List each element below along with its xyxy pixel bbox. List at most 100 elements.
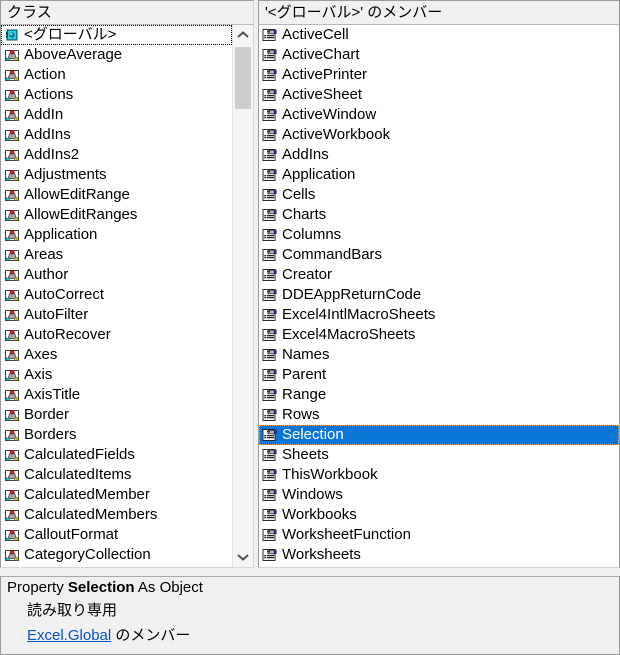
list-item[interactable]: Borders bbox=[1, 425, 232, 445]
class-icon bbox=[5, 509, 19, 521]
list-item[interactable]: AxisTitle bbox=[1, 385, 232, 405]
list-item[interactable]: Excel4IntlMacroSheets bbox=[259, 305, 619, 325]
scrollbar-thumb[interactable] bbox=[235, 47, 251, 109]
property-icon bbox=[262, 109, 277, 121]
list-item[interactable]: CalculatedFields bbox=[1, 445, 232, 465]
list-item-label: ThisWorkbook bbox=[282, 466, 378, 483]
list-item[interactable]: CalculatedItems bbox=[1, 465, 232, 485]
list-item-label: Action bbox=[24, 66, 66, 83]
list-item-label: ActiveWorkbook bbox=[282, 126, 391, 143]
member-of-suffix: のメンバー bbox=[115, 627, 191, 644]
property-icon bbox=[262, 409, 277, 421]
list-item[interactable]: CalculatedMember bbox=[1, 485, 232, 505]
detail-pane: Property Selection As Object 読み取り専用 Exce… bbox=[0, 576, 620, 655]
parent-class-link[interactable]: Excel.Global bbox=[27, 627, 111, 644]
list-item[interactable]: AboveAverage bbox=[1, 45, 232, 65]
list-item[interactable]: ActiveWindow bbox=[259, 105, 619, 125]
list-item[interactable]: CategoryCollection bbox=[1, 545, 232, 565]
signature-name: Selection bbox=[67, 579, 135, 596]
members-pane: '<グローバル>' のメンバー ActiveCell ActiveChart Act… bbox=[258, 0, 620, 572]
list-item[interactable]: AutoFilter bbox=[1, 305, 232, 325]
list-item[interactable]: <グローバル> bbox=[1, 25, 232, 45]
chevron-up-icon[interactable] bbox=[233, 25, 253, 45]
list-item[interactable]: Excel4MacroSheets bbox=[259, 325, 619, 345]
list-item[interactable]: Areas bbox=[1, 245, 232, 265]
class-icon bbox=[5, 89, 19, 101]
list-item-label: Border bbox=[24, 406, 70, 423]
list-item-label: Workbooks bbox=[282, 506, 357, 523]
list-item[interactable]: Application bbox=[259, 165, 619, 185]
classes-list[interactable]: <グローバル> AboveAverage Action Actions AddIn Add… bbox=[1, 25, 232, 567]
list-item[interactable]: Charts bbox=[259, 205, 619, 225]
class-icon bbox=[5, 229, 19, 241]
list-item[interactable]: Author bbox=[1, 265, 232, 285]
list-item[interactable]: AddIns bbox=[259, 145, 619, 165]
list-item[interactable]: ActiveCell bbox=[259, 25, 619, 45]
list-item[interactable]: AutoCorrect bbox=[1, 285, 232, 305]
list-item[interactable]: Actions bbox=[1, 85, 232, 105]
list-item[interactable]: Worksheets bbox=[259, 545, 619, 565]
list-item[interactable]: Workbooks bbox=[259, 505, 619, 525]
property-icon bbox=[262, 329, 277, 341]
list-item[interactable]: Creator bbox=[259, 265, 619, 285]
list-item[interactable]: AddIn bbox=[1, 105, 232, 125]
list-item-label: CalloutFormat bbox=[24, 526, 119, 543]
list-item[interactable]: Rows bbox=[259, 405, 619, 425]
class-icon bbox=[5, 429, 19, 441]
list-item[interactable]: Sheets bbox=[259, 445, 619, 465]
list-item-label: Areas bbox=[24, 246, 64, 263]
property-icon bbox=[262, 289, 277, 301]
list-item[interactable]: ActiveSheet bbox=[259, 85, 619, 105]
property-icon bbox=[262, 429, 277, 441]
list-item[interactable]: Names bbox=[259, 345, 619, 365]
list-item[interactable]: CalculatedMembers bbox=[1, 505, 232, 525]
list-item-label: Worksheets bbox=[282, 546, 361, 563]
class-icon bbox=[5, 529, 19, 541]
list-item[interactable]: Range bbox=[259, 385, 619, 405]
members-list[interactable]: ActiveCell ActiveChart ActivePrinter Active… bbox=[259, 25, 619, 567]
list-item[interactable]: Application bbox=[1, 225, 232, 245]
list-item[interactable]: Windows bbox=[259, 485, 619, 505]
list-item[interactable]: Adjustments bbox=[1, 165, 232, 185]
list-item[interactable]: CommandBars bbox=[259, 245, 619, 265]
list-item[interactable]: Columns bbox=[259, 225, 619, 245]
list-item[interactable]: ThisWorkbook bbox=[259, 465, 619, 485]
list-item[interactable]: AddIns2 bbox=[1, 145, 232, 165]
class-icon bbox=[5, 49, 19, 61]
property-icon bbox=[262, 169, 277, 181]
list-item-label: AutoCorrect bbox=[24, 286, 105, 303]
list-item[interactable]: ActiveChart bbox=[259, 45, 619, 65]
members-pane-header: '<グローバル>' のメンバー bbox=[258, 0, 620, 24]
list-item[interactable]: AllowEditRanges bbox=[1, 205, 232, 225]
list-item[interactable]: AllowEditRange bbox=[1, 185, 232, 205]
list-item[interactable]: Axes bbox=[1, 345, 232, 365]
list-item[interactable]: ActivePrinter bbox=[259, 65, 619, 85]
signature-suffix: As Object bbox=[137, 579, 203, 596]
list-item-label: AxisTitle bbox=[24, 386, 81, 403]
property-icon bbox=[262, 49, 277, 61]
list-item[interactable]: WorksheetFunction bbox=[259, 525, 619, 545]
list-item[interactable]: CalloutFormat bbox=[1, 525, 232, 545]
class-icon bbox=[5, 369, 19, 381]
list-item[interactable]: AutoRecover bbox=[1, 325, 232, 345]
list-item-label: Excel4IntlMacroSheets bbox=[282, 306, 436, 323]
class-icon bbox=[5, 329, 19, 341]
chevron-down-icon[interactable] bbox=[233, 547, 253, 567]
list-item[interactable]: Cells bbox=[259, 185, 619, 205]
list-item[interactable]: DDEAppReturnCode bbox=[259, 285, 619, 305]
list-item[interactable]: Parent bbox=[259, 365, 619, 385]
list-item[interactable]: AddIns bbox=[1, 125, 232, 145]
list-item-label: AutoFilter bbox=[24, 306, 89, 323]
list-item-label: <グローバル> bbox=[24, 26, 117, 43]
list-item[interactable]: ActiveWorkbook bbox=[259, 125, 619, 145]
list-item[interactable]: Border bbox=[1, 405, 232, 425]
list-item[interactable]: Action bbox=[1, 65, 232, 85]
browser-panes: クラス <グローバル> AboveAverage Action Actions AddI… bbox=[0, 0, 620, 572]
list-item-label: Excel4MacroSheets bbox=[282, 326, 416, 343]
property-icon bbox=[262, 449, 277, 461]
list-item[interactable]: Axis bbox=[1, 365, 232, 385]
classes-scrollbar[interactable] bbox=[232, 25, 253, 567]
list-item-label: AddIns bbox=[282, 146, 329, 163]
list-item-label: AddIns2 bbox=[24, 146, 80, 163]
list-item[interactable]: Selection bbox=[259, 425, 619, 445]
